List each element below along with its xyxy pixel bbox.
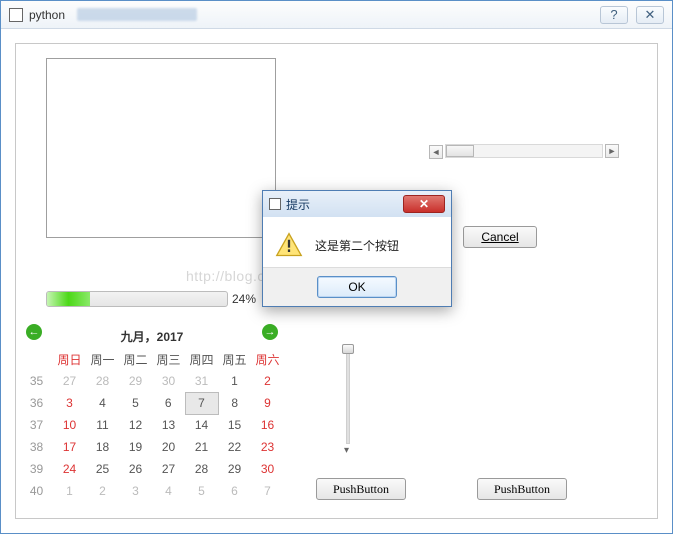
scroll-track[interactable] bbox=[445, 144, 603, 158]
calendar-day[interactable]: 27 bbox=[152, 458, 185, 480]
calendar-day[interactable]: 16 bbox=[251, 414, 284, 436]
calendar-day[interactable]: 14 bbox=[185, 414, 218, 436]
calendar-table: 周日周一周二周三周四周五周六35272829303112363456789371… bbox=[20, 348, 284, 502]
calendar-day[interactable]: 3 bbox=[119, 480, 152, 502]
calendar-day[interactable]: 19 bbox=[119, 436, 152, 458]
list-widget[interactable] bbox=[46, 58, 276, 238]
calendar-day-header: 周日 bbox=[53, 348, 86, 370]
calendar-day[interactable]: 17 bbox=[53, 436, 86, 458]
calendar-day[interactable]: 11 bbox=[86, 414, 119, 436]
calendar-widget[interactable]: ← → 九月，2017 周日周一周二周三周四周五周六35272829303112… bbox=[20, 324, 284, 502]
calendar-day[interactable]: 27 bbox=[53, 370, 86, 392]
calendar-week-number: 36 bbox=[20, 392, 53, 414]
calendar-day[interactable]: 21 bbox=[185, 436, 218, 458]
calendar-day[interactable]: 30 bbox=[251, 458, 284, 480]
calendar-day[interactable]: 23 bbox=[251, 436, 284, 458]
dialog-title: 提示 bbox=[286, 196, 310, 213]
titlebar: python ? ✕ bbox=[1, 1, 672, 29]
slider-thumb[interactable] bbox=[342, 344, 354, 354]
calendar-day[interactable]: 24 bbox=[53, 458, 86, 480]
calendar-day[interactable]: 31 bbox=[185, 370, 218, 392]
calendar-day[interactable]: 13 bbox=[152, 414, 185, 436]
calendar-day[interactable]: 2 bbox=[251, 370, 284, 392]
cancel-button[interactable]: Cancel bbox=[463, 226, 537, 248]
calendar-day[interactable]: 30 bbox=[152, 370, 185, 392]
calendar-week-number: 38 bbox=[20, 436, 53, 458]
calendar-day[interactable]: 7 bbox=[185, 392, 218, 414]
dialog-message: 这是第二个按钮 bbox=[315, 237, 399, 254]
horizontal-scrollbar[interactable]: ◄ ► bbox=[429, 144, 619, 160]
calendar-day[interactable]: 29 bbox=[218, 458, 251, 480]
progress-label: 24% bbox=[232, 292, 256, 306]
calendar-day[interactable]: 20 bbox=[152, 436, 185, 458]
calendar-day[interactable]: 1 bbox=[218, 370, 251, 392]
calendar-day-header: 周四 bbox=[185, 348, 218, 370]
help-button[interactable]: ? bbox=[600, 6, 628, 24]
calendar-day[interactable]: 9 bbox=[251, 392, 284, 414]
title-blur bbox=[77, 8, 197, 21]
dialog-titlebar: 提示 ✕ bbox=[263, 191, 451, 217]
slider-track[interactable] bbox=[346, 344, 350, 444]
calendar-header: 九月，2017 bbox=[20, 324, 284, 348]
calendar-week-number: 40 bbox=[20, 480, 53, 502]
scroll-right-icon[interactable]: ► bbox=[605, 144, 619, 158]
calendar-day[interactable]: 22 bbox=[218, 436, 251, 458]
calendar-day[interactable]: 3 bbox=[53, 392, 86, 414]
calendar-day[interactable]: 8 bbox=[218, 392, 251, 414]
calendar-prev-button[interactable]: ← bbox=[26, 324, 42, 340]
close-button[interactable]: ✕ bbox=[636, 6, 664, 24]
chevron-down-icon: ▾ bbox=[344, 445, 349, 456]
calendar-day[interactable]: 2 bbox=[86, 480, 119, 502]
calendar-day[interactable]: 28 bbox=[86, 370, 119, 392]
calendar-day[interactable]: 18 bbox=[86, 436, 119, 458]
calendar-day-header: 周六 bbox=[251, 348, 284, 370]
calendar-day[interactable]: 15 bbox=[218, 414, 251, 436]
message-dialog: 提示 ✕ 这是第二个按钮 OK bbox=[262, 190, 452, 307]
window-title: python bbox=[29, 8, 65, 22]
vertical-slider[interactable]: ▾ bbox=[340, 344, 356, 444]
calendar-week-number: 35 bbox=[20, 370, 53, 392]
dialog-icon bbox=[269, 198, 281, 210]
progress-fill bbox=[47, 292, 90, 306]
calendar-day[interactable]: 1 bbox=[53, 480, 86, 502]
calendar-day[interactable]: 6 bbox=[218, 480, 251, 502]
calendar-day[interactable]: 7 bbox=[251, 480, 284, 502]
calendar-day[interactable]: 29 bbox=[119, 370, 152, 392]
calendar-day[interactable]: 10 bbox=[53, 414, 86, 436]
ok-button[interactable]: OK bbox=[317, 276, 397, 298]
calendar-day[interactable]: 4 bbox=[86, 392, 119, 414]
calendar-day-header: 周三 bbox=[152, 348, 185, 370]
calendar-day[interactable]: 6 bbox=[152, 392, 185, 414]
calendar-day-header: 周二 bbox=[119, 348, 152, 370]
dialog-close-button[interactable]: ✕ bbox=[403, 195, 445, 213]
calendar-day-header: 周一 bbox=[86, 348, 119, 370]
calendar-day[interactable]: 4 bbox=[152, 480, 185, 502]
calendar-day-header: 周五 bbox=[218, 348, 251, 370]
push-button-1[interactable]: PushButton bbox=[316, 478, 406, 500]
window-icon bbox=[9, 8, 23, 22]
calendar-day[interactable]: 5 bbox=[185, 480, 218, 502]
calendar-day[interactable]: 5 bbox=[119, 392, 152, 414]
warning-icon bbox=[275, 231, 303, 259]
scroll-thumb[interactable] bbox=[446, 145, 474, 157]
calendar-day[interactable]: 26 bbox=[119, 458, 152, 480]
calendar-next-button[interactable]: → bbox=[262, 324, 278, 340]
calendar-week-number: 39 bbox=[20, 458, 53, 480]
calendar-day[interactable]: 25 bbox=[86, 458, 119, 480]
calendar-week-number: 37 bbox=[20, 414, 53, 436]
calendar-day[interactable]: 12 bbox=[119, 414, 152, 436]
scroll-left-icon[interactable]: ◄ bbox=[429, 145, 443, 159]
progress-bar: 24% bbox=[46, 290, 256, 308]
push-button-2[interactable]: PushButton bbox=[477, 478, 567, 500]
calendar-day[interactable]: 28 bbox=[185, 458, 218, 480]
